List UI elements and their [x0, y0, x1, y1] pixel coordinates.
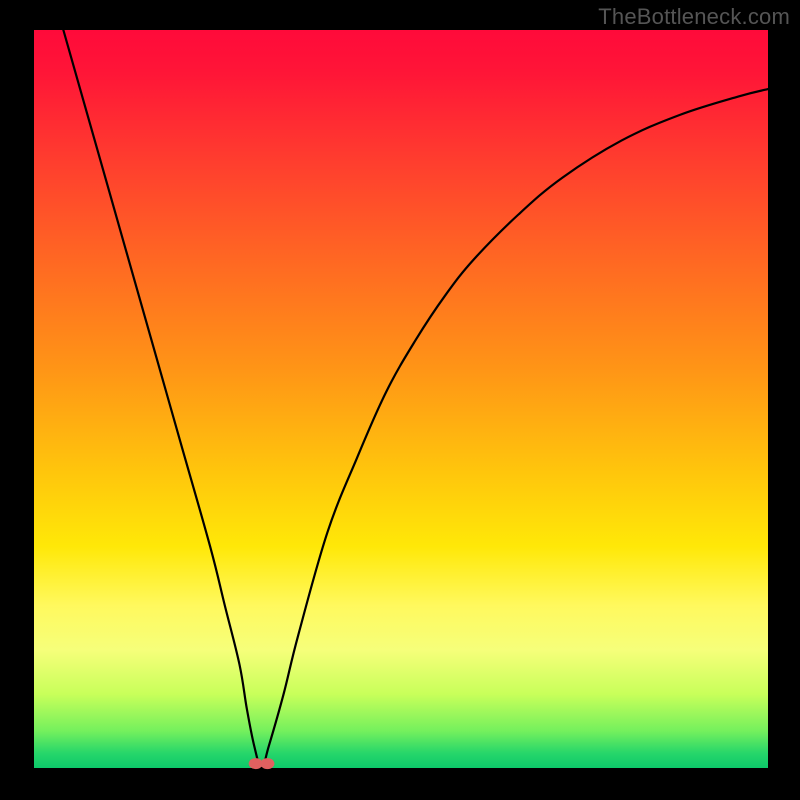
bottleneck-curve-path: [63, 30, 768, 768]
plot-area: [34, 30, 768, 768]
bottleneck-curve-svg: [34, 30, 768, 768]
min-point-b: [260, 758, 274, 769]
chart-frame: TheBottleneck.com: [0, 0, 800, 800]
watermark-text: TheBottleneck.com: [598, 4, 790, 30]
